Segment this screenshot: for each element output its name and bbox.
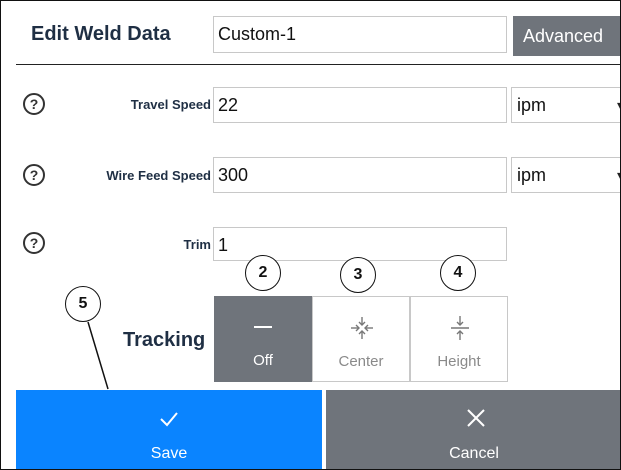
checkmark-icon (160, 412, 178, 427)
edit-weld-data-screen: Edit Weld Data Custom-1 Advanced ? Trave… (0, 0, 621, 470)
height-arrows-icon (451, 316, 469, 340)
tracking-center-button[interactable]: Center (312, 296, 410, 382)
cancel-label: Cancel (449, 445, 499, 462)
tracking-height-label: Height (437, 353, 481, 370)
tracking-off-button[interactable]: Off (214, 296, 312, 382)
center-arrows-icon (351, 317, 373, 339)
tracking-center-label: Center (338, 353, 384, 370)
save-button[interactable]: Save (16, 390, 322, 469)
cancel-button[interactable]: Cancel (326, 390, 620, 469)
tracking-height-button[interactable]: Height (410, 296, 508, 382)
tracking-off-label: Off (253, 352, 273, 369)
close-icon (467, 409, 485, 427)
save-label: Save (150, 445, 188, 462)
tracking-label: Tracking (123, 329, 206, 351)
dash-icon (254, 326, 272, 328)
